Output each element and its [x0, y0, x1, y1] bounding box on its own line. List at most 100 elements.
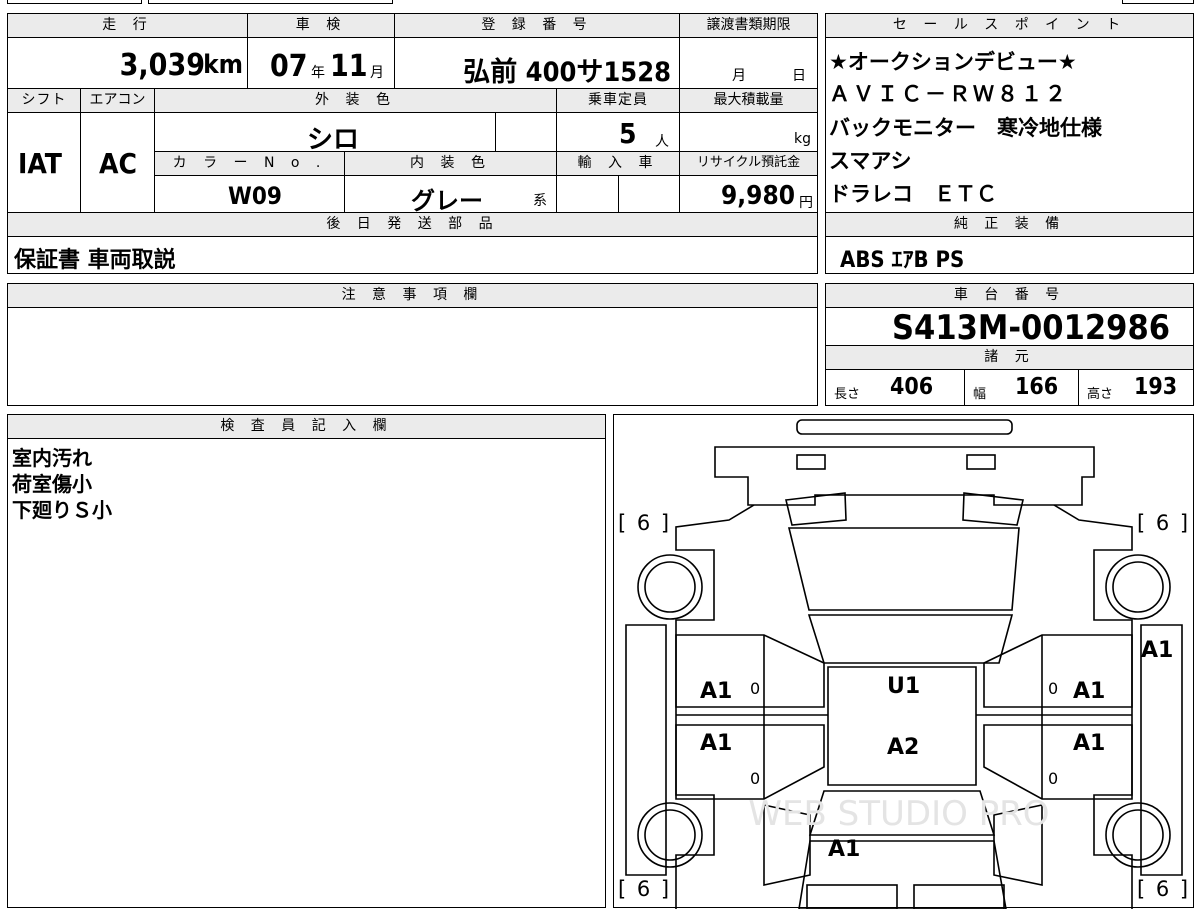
mark-zero: 0	[1048, 769, 1059, 788]
car-diagram-svg: WEB STUDIO PRO	[625, 419, 1183, 909]
color-no-cell: W09	[154, 175, 345, 213]
notes-body	[7, 307, 818, 406]
later-parts-cell: 保証書 車両取説	[7, 236, 818, 274]
recycle-cell: 9,980 円	[679, 175, 818, 213]
aircon-value: AC	[99, 147, 137, 180]
top-clip-frame	[148, 0, 393, 4]
mileage-header: 走 行	[7, 13, 248, 38]
inspector-body: 室内汚れ 荷室傷小 下廻りＳ小	[7, 438, 606, 908]
spec-width-label: 幅	[973, 387, 987, 402]
sales-point-line: ＡＶＩＣ－ＲＷ８１２	[829, 82, 1069, 106]
chassis-header: 車 台 番 号	[825, 283, 1194, 308]
sales-points-header: セ ー ル ス ポ イ ン ト	[825, 13, 1194, 38]
mark-zero: 0	[1048, 679, 1059, 698]
max-load-header: 最大積載量	[679, 88, 818, 113]
inspector-line: 下廻りＳ小	[12, 498, 112, 522]
exterior-color-extra-cell	[495, 112, 557, 152]
inspection-cell: 07 年 11 月	[247, 37, 395, 89]
registration-header: 登 録 番 号	[394, 13, 680, 38]
later-parts-header: 後 日 発 送 部 品	[7, 212, 818, 237]
inspection-month-unit: 月	[370, 65, 384, 81]
interior-color-value: グレー	[411, 187, 483, 215]
chassis-number: S413M-0012986	[892, 308, 1171, 348]
mileage-unit: km	[203, 50, 243, 80]
import-cell-b	[618, 175, 680, 213]
color-no-value: W09	[228, 182, 282, 210]
top-clip-frame	[1122, 0, 1194, 4]
watermark: WEB STUDIO PRO	[748, 794, 1049, 834]
sales-point-line: バックモニター 寒冷地仕様	[829, 116, 1102, 140]
tire-tl-label: [ 6 ]	[618, 511, 672, 535]
aircon-cell: AC	[80, 112, 155, 213]
sales-point-line: ★オークションデビュー★	[829, 50, 1077, 74]
aircon-header: エアコン	[80, 88, 155, 113]
recycle-unit: 円	[799, 195, 813, 211]
spec-height-label: 高さ	[1087, 387, 1114, 402]
spec-height-cell: 高さ 193	[1078, 369, 1194, 406]
mark-right-rear-door: A1	[1073, 731, 1106, 756]
spec-length-label: 長さ	[834, 387, 861, 402]
exterior-color-cell: シロ	[154, 112, 496, 155]
doc-deadline-cell: 月 日	[679, 37, 818, 89]
mark-right-front-door: A1	[1073, 679, 1106, 704]
shift-header: シフト	[7, 88, 81, 113]
mark-left-rear-door: A1	[700, 731, 733, 756]
capacity-unit: 人	[655, 134, 669, 150]
registration-value: 弘前 400サ1528	[463, 57, 671, 88]
exterior-color-header: 外 装 色	[154, 88, 557, 113]
capacity-header: 乗車定員	[556, 88, 680, 113]
top-clip-frame	[7, 0, 142, 4]
spec-height-value: 193	[1134, 374, 1178, 400]
registration-cell: 弘前 400サ1528	[394, 37, 680, 89]
spec-width-value: 166	[1015, 374, 1059, 400]
tire-tr-label: [ 6 ]	[1137, 511, 1191, 535]
recycle-header: リサイクル預託金	[679, 151, 818, 176]
genuine-equipment-header: 純 正 装 備	[825, 212, 1194, 237]
sales-points-body: ★オークションデビュー★ ＡＶＩＣ－ＲＷ８１２ バックモニター 寒冷地仕様 スマ…	[825, 37, 1194, 213]
mark-hood: A1	[828, 837, 861, 862]
mileage-value: 3,039	[119, 48, 205, 83]
capacity-value: 5	[619, 117, 637, 150]
max-load-cell: kg	[679, 112, 818, 152]
interior-color-header: 内 装 色	[344, 151, 557, 176]
shift-value: IAT	[18, 147, 62, 180]
inspection-month: 11	[330, 49, 368, 84]
inspector-line: 荷室傷小	[12, 472, 92, 496]
interior-color-suffix: 系	[533, 193, 547, 209]
genuine-equipment-cell: ABS ｴｱB PS	[825, 236, 1194, 274]
max-load-unit: kg	[794, 131, 811, 147]
spec-width-cell: 幅 166	[964, 369, 1079, 406]
spec-length-value: 406	[890, 374, 934, 400]
inspection-year: 07	[270, 49, 308, 84]
mileage-cell: 3,039 km	[7, 37, 248, 89]
mark-roof-rear: A2	[887, 735, 920, 760]
mark-right-side: A1	[1141, 638, 1174, 663]
inspection-header: 車 検	[247, 13, 395, 38]
genuine-equipment-value: ABS ｴｱB PS	[840, 248, 965, 273]
doc-month-unit: 月	[732, 68, 746, 84]
recycle-value: 9,980	[721, 181, 795, 211]
tire-bl-label: [ 6 ]	[618, 877, 672, 901]
sales-point-line: スマアシ	[829, 149, 912, 173]
doc-deadline-header: 譲渡書類期限	[679, 13, 818, 38]
mark-left-front-door: A1	[700, 679, 733, 704]
inspector-header: 検 査 員 記 入 欄	[7, 414, 606, 439]
import-header: 輸 入 車	[556, 151, 680, 176]
inspection-year-unit: 年	[311, 65, 325, 81]
specs-header: 諸 元	[825, 345, 1194, 370]
spec-length-cell: 長さ 406	[825, 369, 965, 406]
inspector-line: 室内汚れ	[12, 446, 92, 470]
doc-day-unit: 日	[792, 68, 806, 84]
tire-br-label: [ 6 ]	[1137, 877, 1191, 901]
shift-cell: IAT	[7, 112, 81, 213]
mark-roof: U1	[887, 674, 921, 699]
capacity-cell: 5 人	[556, 112, 680, 152]
later-parts-value: 保証書 車両取説	[14, 248, 176, 273]
interior-color-cell: グレー 系	[344, 175, 557, 215]
notes-header: 注 意 事 項 欄	[7, 283, 818, 308]
import-cell-a	[556, 175, 619, 213]
color-no-header: カ ラ ー N o .	[154, 151, 345, 176]
car-diagram: WEB STUDIO PRO [ 6 ] [ 6 ] [ 6 ] [ 6 ] A…	[613, 414, 1194, 909]
mark-zero: 0	[750, 769, 761, 788]
sales-point-line: ドラレコ ＥＴＣ	[829, 182, 997, 206]
